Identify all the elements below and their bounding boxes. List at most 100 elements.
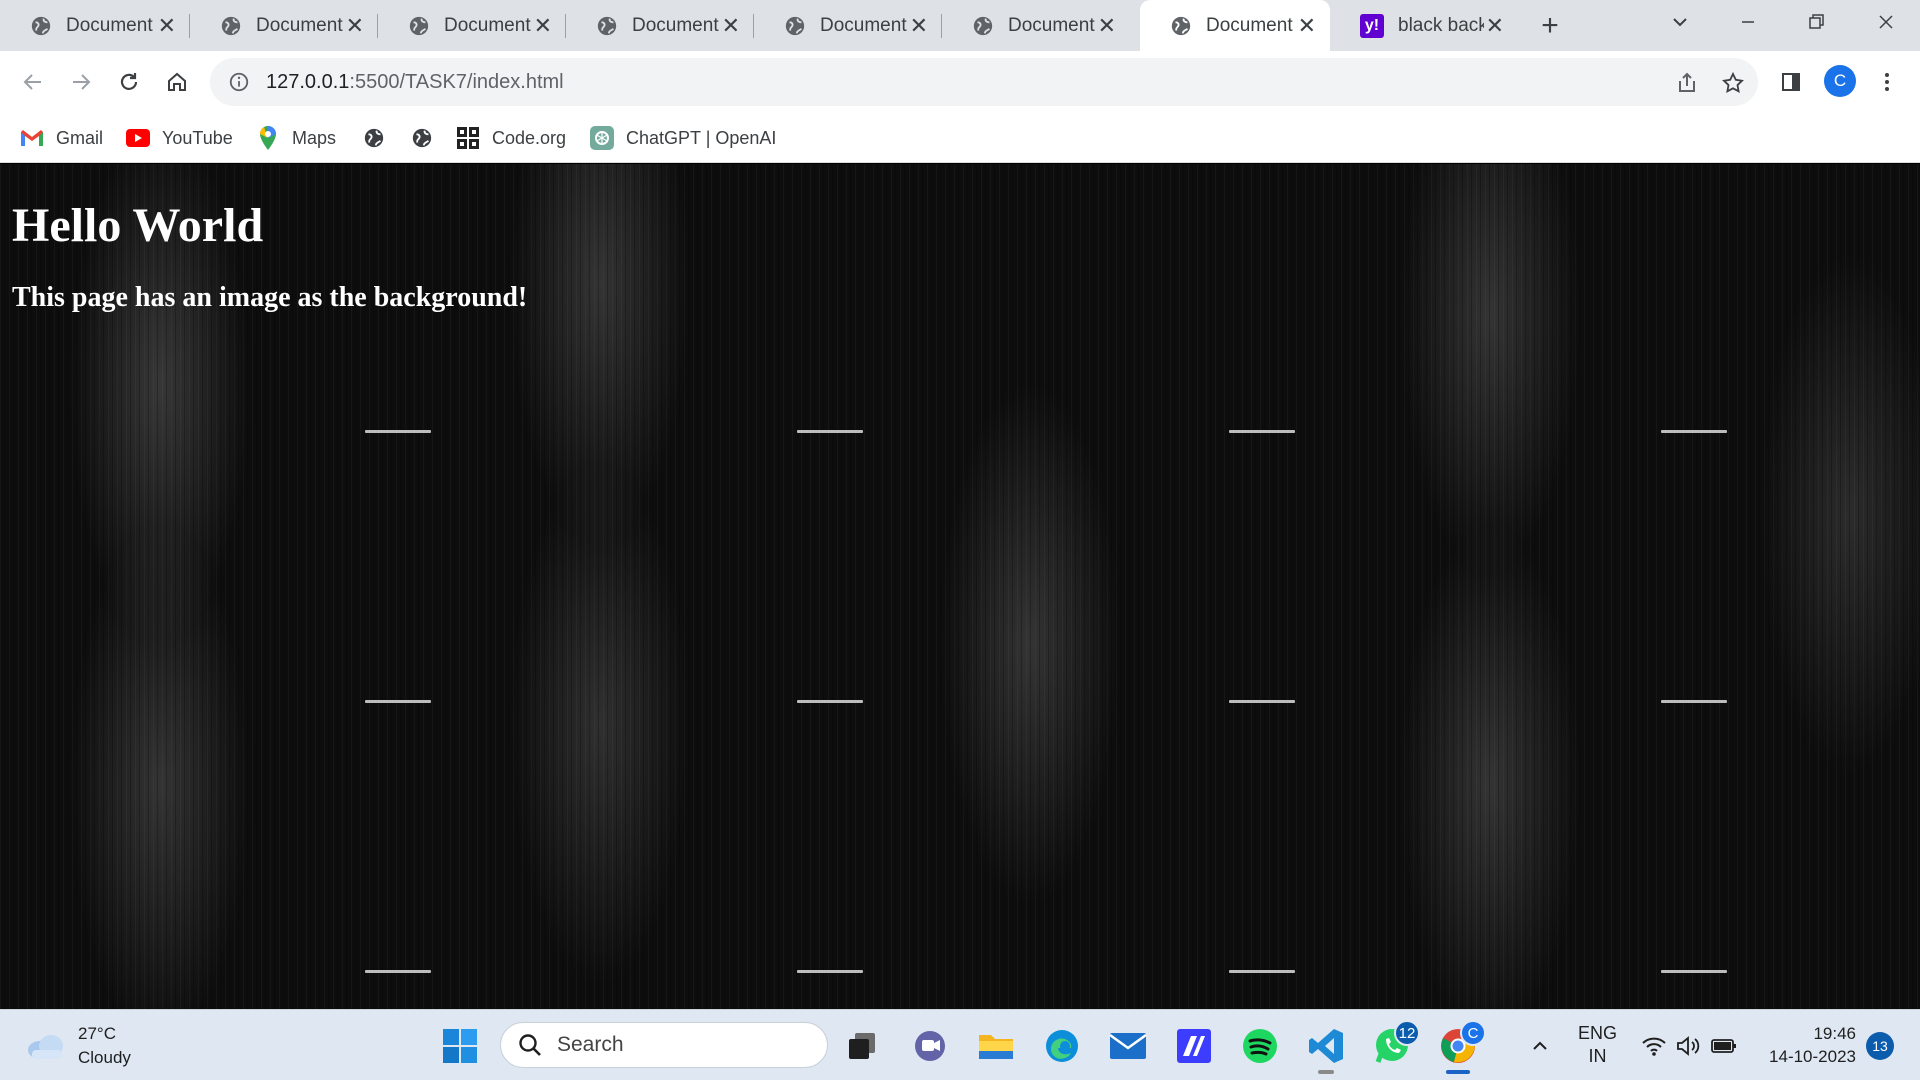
minimize-icon[interactable] bbox=[1718, 0, 1778, 44]
weather-widget[interactable]: 27°C Cloudy bbox=[26, 1022, 131, 1070]
globe-icon bbox=[1171, 16, 1191, 35]
browser-tab[interactable]: Document ✕ bbox=[190, 0, 378, 51]
reload-icon[interactable] bbox=[110, 63, 148, 101]
spotify-icon[interactable] bbox=[1240, 1026, 1280, 1066]
tab-close-icon[interactable]: ✕ bbox=[722, 14, 740, 37]
tab-search-chevron-icon[interactable] bbox=[1650, 0, 1710, 44]
back-arrow-icon[interactable] bbox=[14, 63, 52, 101]
side-panel-icon[interactable] bbox=[1772, 63, 1810, 101]
globe-icon bbox=[221, 16, 241, 35]
background-tile-mark bbox=[365, 430, 431, 433]
more-menu-icon[interactable] bbox=[1868, 63, 1906, 101]
background-tile-mark bbox=[1661, 700, 1727, 703]
bookmark-star-icon[interactable] bbox=[1718, 68, 1748, 98]
browser-tab[interactable]: y! black back ✕ bbox=[1330, 0, 1518, 51]
search-icon bbox=[519, 1034, 541, 1056]
chatgpt-icon bbox=[590, 126, 614, 150]
background-tile-mark bbox=[1661, 970, 1727, 973]
language-indicator[interactable]: ENG IN bbox=[1578, 1022, 1617, 1068]
browser-tab[interactable]: Document ✕ bbox=[754, 0, 942, 51]
tab-close-icon[interactable]: ✕ bbox=[1098, 14, 1116, 37]
browser-tab-active[interactable]: Document ✕ bbox=[1140, 0, 1330, 51]
cloud-icon bbox=[28, 1035, 63, 1059]
bookmark-chatgpt[interactable]: ChatGPT | OpenAI bbox=[590, 123, 776, 153]
vscode-icon[interactable] bbox=[1306, 1026, 1346, 1074]
bookmark-youtube[interactable]: YouTube bbox=[126, 123, 233, 153]
youtube-icon bbox=[126, 126, 150, 150]
search-label: Search bbox=[557, 1033, 624, 1056]
browser-tab[interactable]: Document ✕ bbox=[566, 0, 754, 51]
bookmark-globe-1[interactable] bbox=[362, 123, 398, 153]
notification-count-badge[interactable]: 13 bbox=[1866, 1032, 1894, 1060]
chrome-icon[interactable]: C bbox=[1438, 1020, 1486, 1074]
region-code: IN bbox=[1588, 1046, 1607, 1066]
language-code: ENG bbox=[1578, 1023, 1618, 1043]
globe-icon bbox=[409, 16, 429, 35]
task-view-icon[interactable] bbox=[842, 1026, 882, 1066]
forward-arrow-icon[interactable] bbox=[62, 63, 100, 101]
tab-close-icon[interactable]: ✕ bbox=[1486, 14, 1504, 37]
weather-temperature: 27°C bbox=[78, 1024, 116, 1043]
new-tab-button[interactable]: + bbox=[1532, 8, 1568, 44]
maps-icon bbox=[256, 126, 280, 150]
page-viewport: Hello World This page has an image as th… bbox=[0, 164, 1920, 1009]
chrome-profile-badge: C bbox=[1460, 1020, 1486, 1046]
globe-icon bbox=[31, 16, 51, 35]
url-path: :5500/TASK7/index.html bbox=[349, 70, 564, 93]
visual-studio-app-icon[interactable] bbox=[1174, 1026, 1214, 1066]
home-icon[interactable] bbox=[158, 63, 196, 101]
url-host: 127.0.0.1 bbox=[266, 70, 350, 93]
address-bar[interactable]: 127.0.0.1:5500/TASK7/index.html bbox=[210, 58, 1758, 106]
yahoo-icon: y! bbox=[1360, 13, 1384, 38]
bookmarks-bar: Gmail YouTube Maps Code.org ChatGPT | Op… bbox=[0, 113, 1920, 163]
battery-icon[interactable] bbox=[1704, 1026, 1744, 1066]
browser-tab[interactable]: Document ✕ bbox=[942, 0, 1130, 51]
background-tile-mark bbox=[365, 970, 431, 973]
bookmark-codeorg[interactable]: Code.org bbox=[456, 123, 566, 153]
tab-close-icon[interactable]: ✕ bbox=[346, 14, 364, 37]
teams-chat-icon[interactable] bbox=[910, 1026, 950, 1066]
bookmark-gmail[interactable]: Gmail bbox=[20, 123, 103, 153]
browser-tab[interactable]: Document ✕ bbox=[0, 0, 190, 51]
tab-close-icon[interactable]: ✕ bbox=[910, 14, 928, 37]
tab-close-icon[interactable]: ✕ bbox=[158, 14, 176, 37]
bookmark-maps[interactable]: Maps bbox=[256, 123, 336, 153]
mail-icon[interactable] bbox=[1108, 1026, 1148, 1066]
globe-icon bbox=[410, 126, 434, 150]
system-clock[interactable]: 19:46 14-10-2023 bbox=[1760, 1022, 1856, 1068]
tab-close-icon[interactable]: ✕ bbox=[1298, 14, 1316, 37]
background-tile-mark bbox=[797, 430, 863, 433]
url-text: 127.0.0.1:5500/TASK7/index.html bbox=[266, 71, 564, 94]
tab-close-icon[interactable]: ✕ bbox=[534, 14, 552, 37]
gmail-icon bbox=[20, 126, 44, 150]
weather-description: Cloudy bbox=[78, 1048, 131, 1067]
whatsapp-notification-badge: 12 bbox=[1394, 1020, 1420, 1046]
clock-time: 19:46 bbox=[1813, 1024, 1856, 1043]
volume-icon[interactable] bbox=[1668, 1026, 1708, 1066]
windows-start-icon[interactable] bbox=[442, 1028, 478, 1064]
close-window-icon[interactable] bbox=[1856, 0, 1916, 44]
profile-avatar[interactable]: C bbox=[1824, 65, 1856, 97]
file-explorer-icon[interactable] bbox=[976, 1026, 1016, 1066]
globe-icon bbox=[785, 16, 805, 35]
bookmark-label: Code.org bbox=[492, 127, 567, 148]
restore-icon[interactable] bbox=[1786, 0, 1846, 44]
codeorg-icon bbox=[456, 126, 480, 150]
edge-browser-icon[interactable] bbox=[1042, 1026, 1082, 1066]
page-subheading: This page has an image as the background… bbox=[12, 282, 528, 313]
whatsapp-icon[interactable]: 12 bbox=[1372, 1020, 1420, 1066]
bookmark-globe-2[interactable] bbox=[410, 123, 446, 153]
bookmark-label: ChatGPT | OpenAI bbox=[626, 127, 777, 148]
browser-tab-strip: Document ✕ Document ✕ Document ✕ Documen… bbox=[0, 0, 1920, 51]
site-info-icon[interactable] bbox=[228, 71, 250, 93]
share-icon[interactable] bbox=[1672, 68, 1702, 98]
browser-tab[interactable]: Document ✕ bbox=[378, 0, 566, 51]
bookmark-label: Gmail bbox=[56, 127, 104, 148]
background-tile-mark bbox=[797, 970, 863, 973]
globe-icon bbox=[973, 16, 993, 35]
taskbar-search[interactable]: Search bbox=[500, 1022, 828, 1068]
background-tile-mark bbox=[1661, 430, 1727, 433]
background-tile-mark bbox=[1229, 970, 1295, 973]
show-hidden-icons-chevron-icon[interactable] bbox=[1520, 1026, 1560, 1066]
windows-taskbar: 27°C Cloudy Search 12 C ENG IN 19:46 14-… bbox=[0, 1009, 1920, 1080]
